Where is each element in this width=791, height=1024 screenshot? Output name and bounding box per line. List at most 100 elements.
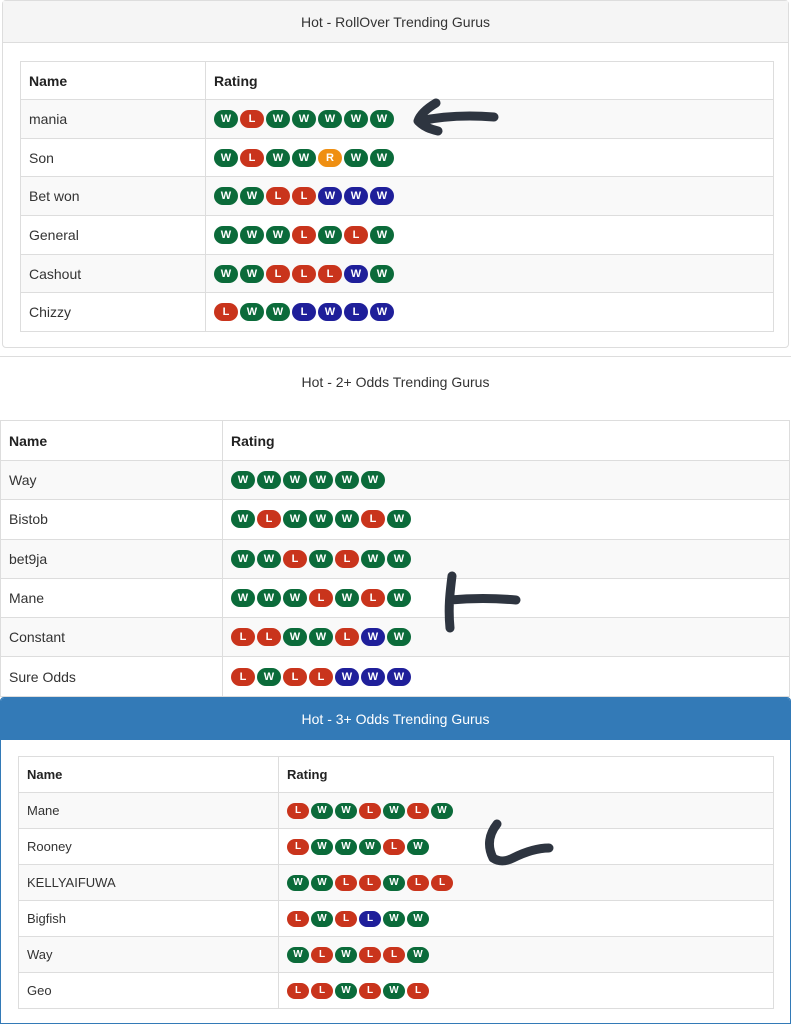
guru-name: Son [20, 137, 206, 178]
win-badge: W [283, 589, 307, 608]
rating-badges: WLWWWWW [214, 109, 765, 128]
loss-badge: L [344, 225, 368, 244]
loss-badge: L [359, 946, 381, 963]
win-badge: W [387, 667, 411, 686]
loss-badge: L [266, 264, 290, 283]
win-badge: W [283, 471, 307, 490]
guru-name: Bistob [0, 499, 223, 540]
guru-name: Constant [0, 617, 223, 658]
win-badge: W [370, 148, 394, 167]
win-badge: W [407, 910, 429, 927]
rating-badges: LWWLWLW [287, 802, 765, 819]
rating-column-header: Rating [222, 420, 790, 461]
guru-rating: WWWLWLW [205, 215, 774, 255]
table-header-row: Name Rating [20, 61, 774, 100]
rating-badges: WLWWRWW [214, 148, 765, 167]
loss-badge: L [283, 667, 307, 686]
win-badge: W [335, 982, 357, 999]
win-badge: W [407, 946, 429, 963]
win-badge: W [361, 471, 385, 490]
win-badge: W [309, 549, 333, 568]
loss-badge: L [266, 187, 290, 206]
guru-name: Chizzy [20, 292, 206, 333]
rating-column-header: Rating [278, 756, 774, 793]
loss-badge: L [383, 838, 405, 855]
loss-badge: L [361, 510, 385, 529]
rating-badges: LWWLWLW [214, 303, 765, 322]
rollover-badge: R [318, 148, 342, 167]
win-badge: W [335, 838, 357, 855]
table-row: Sure Odds L W L L W W W [0, 656, 790, 697]
guru-rating: LWLLWWW [222, 656, 790, 697]
loss-badge: L [292, 303, 316, 322]
rollover-gurus-table: Name Rating mania W L W W W W W Son W L W W R W W Bet wo… [20, 61, 774, 333]
table-row: Chizzy L W W L W L W [20, 292, 774, 333]
win-badge: W [287, 946, 309, 963]
loss-badge: L [287, 910, 309, 927]
loss-badge: L [311, 946, 333, 963]
win-badge: W [240, 303, 264, 322]
rating-badges: LWLLWWW [231, 667, 781, 686]
win-badge: W [370, 264, 394, 283]
table-row: Mane L W W L W L W [18, 792, 774, 829]
rollover-panel-title: Hot - RollOver Trending Gurus [3, 1, 788, 43]
win-badge: W [266, 225, 290, 244]
win-badge: W [383, 910, 405, 927]
three-odds-panel-title: Hot - 3+ Odds Trending Gurus [1, 698, 790, 740]
rating-badges: WLWLLW [287, 946, 765, 963]
two-odds-gurus-table: Name Rating Way W W W W W W Bistob W L W W W L Wbet9ja… [0, 420, 790, 697]
rating-badges: LLWWLWW [231, 628, 781, 647]
loss-badge: L [283, 549, 307, 568]
loss-badge: L [407, 874, 429, 891]
table-row: KELLYAIFUWA W W L L W L L [18, 864, 774, 901]
win-badge: W [370, 187, 394, 206]
table-row: Son W L W W R W W [20, 137, 774, 178]
win-badge: W [383, 874, 405, 891]
loss-badge: L [309, 667, 333, 686]
win-badge: W [214, 148, 238, 167]
win-badge: W [240, 225, 264, 244]
guru-rating: LWWLWLW [205, 292, 774, 333]
guru-rating: LLWWLWW [222, 617, 790, 658]
loss-badge: L [309, 589, 333, 608]
table-row: Way W W W W W W [0, 459, 790, 501]
guru-name: Mane [0, 577, 223, 619]
table-row: Cashout W W L L L W W [20, 253, 774, 294]
guru-name: KELLYAIFUWA [18, 864, 279, 901]
loss-badge: L [292, 264, 316, 283]
loss-badge: L [335, 628, 359, 647]
win-badge: W [231, 510, 255, 529]
win-badge: W [287, 874, 309, 891]
win-badge: W [387, 628, 411, 647]
rating-column-header: Rating [205, 61, 774, 100]
win-badge: W [361, 549, 385, 568]
win-badge: W [283, 510, 307, 529]
guru-name: Geo [18, 972, 279, 1009]
win-badge: W [344, 187, 368, 206]
rating-badges: WWLLWWW [214, 187, 765, 206]
guru-rating: LWWLWLW [278, 792, 774, 829]
loss-badge: L [257, 510, 281, 529]
win-badge: W [257, 589, 281, 608]
win-badge: W [344, 148, 368, 167]
win-badge: W [214, 187, 238, 206]
table-row: Bigfish L W L L W W [18, 900, 774, 937]
win-badge: W [309, 628, 333, 647]
win-badge: W [335, 667, 359, 686]
guru-name: General [20, 215, 206, 255]
name-column-header: Name [0, 420, 223, 461]
win-badge: W [214, 225, 238, 244]
guru-name: Rooney [18, 828, 279, 865]
loss-badge: L [231, 628, 255, 647]
loss-badge: L [214, 303, 238, 322]
loss-badge: L [231, 667, 255, 686]
two-odds-trending-panel: Hot - 2+ Odds Trending Gurus Name Rating… [0, 356, 791, 697]
guru-name: Bigfish [18, 900, 279, 937]
win-badge: W [387, 510, 411, 529]
two-odds-panel-title: Hot - 2+ Odds Trending Gurus [301, 374, 490, 390]
loss-badge: L [292, 187, 316, 206]
win-badge: W [431, 802, 453, 819]
rating-badges: LLWLWL [287, 982, 765, 999]
guru-rating: WLWWWLW [222, 499, 790, 540]
win-badge: W [370, 303, 394, 322]
